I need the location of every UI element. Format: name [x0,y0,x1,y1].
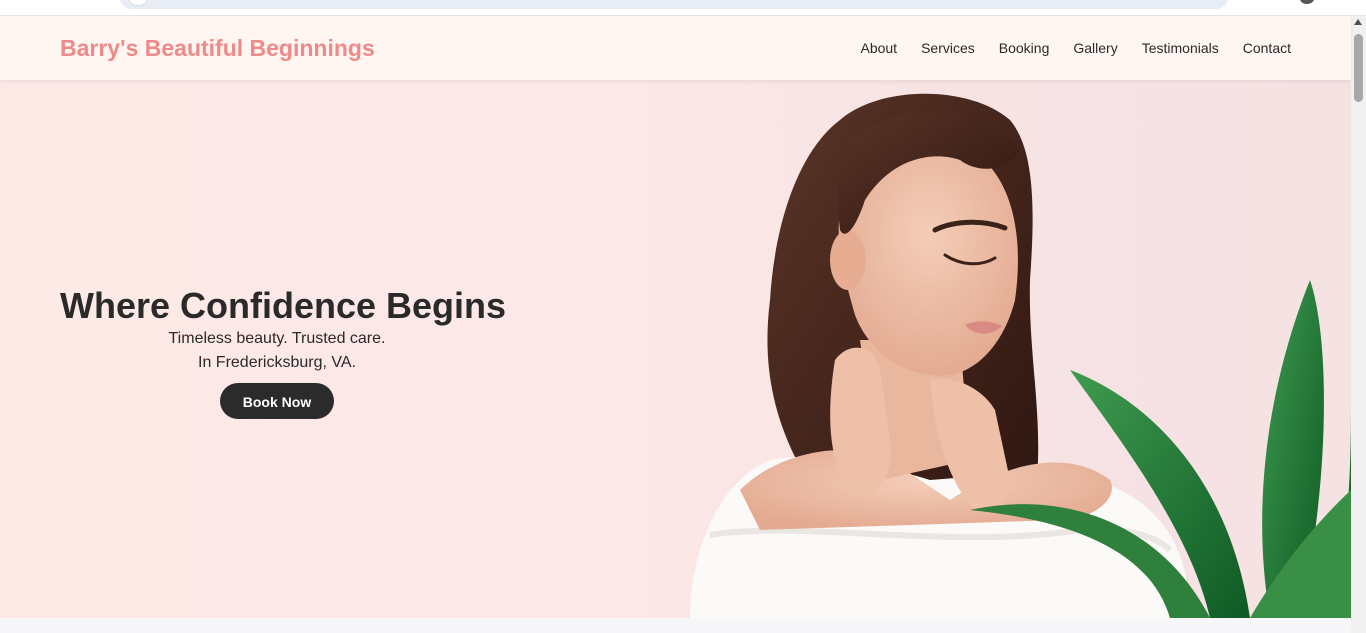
next-section-edge [0,618,1351,633]
nav-contact[interactable]: Contact [1243,40,1291,56]
nav-services[interactable]: Services [921,40,975,56]
brand-logo[interactable]: Barry's Beautiful Beginnings [60,35,375,62]
hero-subtitle-line2: In Fredericksburg, VA. [198,354,356,371]
nav-about[interactable]: About [860,40,897,56]
page-scrollbar[interactable] [1351,16,1366,633]
site-header: Barry's Beautiful Beginnings About Servi… [0,16,1351,80]
scrollbar-thumb[interactable] [1354,34,1363,102]
hero-section: Where Confidence Begins Timeless beauty.… [0,80,1351,618]
nav-testimonials[interactable]: Testimonials [1142,40,1219,56]
address-bar[interactable] [120,0,1228,9]
hero-subtitle-line1: Timeless beauty. Trusted care. [168,330,386,347]
main-nav: About Services Booking Gallery Testimoni… [860,40,1291,56]
nav-gallery[interactable]: Gallery [1073,40,1117,56]
hero-title: Where Confidence Begins [60,285,507,326]
nav-booking[interactable]: Booking [999,40,1050,56]
hero-content: Where Confidence Begins Timeless beauty.… [60,285,507,419]
book-now-button[interactable]: Book Now [220,383,334,419]
browser-toolbar [0,0,1366,16]
scroll-up-arrow-icon[interactable] [1354,19,1362,25]
hero-model-image [690,93,1351,618]
profile-avatar[interactable] [1300,0,1314,4]
